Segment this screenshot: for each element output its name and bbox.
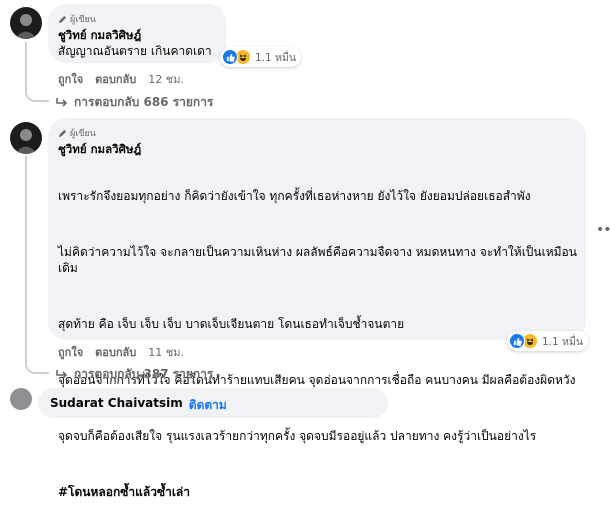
like-reaction-icon <box>509 333 525 349</box>
comment-2-reply-button[interactable]: ตอบกลับ <box>95 343 136 361</box>
comment-2-actions: ถูกใจ ตอบกลับ 11 ชม. <box>58 343 184 361</box>
comment-1-text: สัญญาณอันตราย เกินคาดเดา <box>58 44 212 58</box>
comment-1-actions: ถูกใจ ตอบกลับ 12 ชม. <box>58 70 184 88</box>
comment-1-author-badge: ผู้เขียน <box>58 12 96 26</box>
comment-2-avatar[interactable] <box>10 122 42 154</box>
reply-arrow-icon <box>56 97 68 107</box>
more-options-icon[interactable]: ••• <box>596 222 610 238</box>
comment-2-hashtag[interactable]: #โดนหลอกซ้ำแล้วซ้ำเล่า <box>58 484 578 500</box>
comment-3-header: Sudarat Chaivatsim ติดตาม <box>50 396 227 415</box>
comment-2-text: เพราะรักจึงยอมทุกอย่าง ก็คิดว่ายังเข้าใจ… <box>58 156 578 524</box>
comment-1-view-replies[interactable]: การตอบกลับ 686 รายการ <box>56 93 213 112</box>
comment-2-author-badge: ผู้เขียน <box>58 126 96 140</box>
pen-icon <box>58 129 67 137</box>
thread-connector <box>25 156 49 374</box>
comment-2-paragraph: เพราะรักจึงยอมทุกอย่าง ก็คิดว่ายังเข้าใจ… <box>58 189 531 203</box>
comment-1-avatar[interactable] <box>10 7 42 39</box>
comment-1-reactions[interactable]: 1.1 หมื่น <box>220 47 302 67</box>
author-badge-label: ผู้เขียน <box>70 129 96 139</box>
comment-3-author-name[interactable]: Sudarat Chaivatsim <box>50 396 183 415</box>
comment-2-view-replies[interactable]: การตอบกลับ 387 รายการ <box>56 365 213 384</box>
comment-2-like-button[interactable]: ถูกใจ <box>58 343 83 361</box>
comment-2-reaction-count: 1.1 หมื่น <box>542 335 584 348</box>
comment-1-timestamp[interactable]: 12 ชม. <box>148 70 184 88</box>
like-reaction-icon <box>222 49 238 65</box>
comment-2-reactions[interactable]: 1.1 หมื่น <box>507 331 589 351</box>
comment-1-reaction-count: 1.1 หมื่น <box>255 51 297 64</box>
comment-1-like-button[interactable]: ถูกใจ <box>58 70 83 88</box>
author-badge-label: ผู้เขียน <box>70 15 96 25</box>
comment-1-reply-button[interactable]: ตอบกลับ <box>95 70 136 88</box>
comment-2-replies-label: การตอบกลับ 387 รายการ <box>74 367 214 381</box>
comment-2-paragraph: สุดท้าย คือ เจ็บ เจ็บ เจ็บ บาดเจ็บเจียนต… <box>58 317 405 331</box>
comment-2-paragraph: ไม่คิดว่าความไว้ใจ จะกลายเป็นความเหินห่า… <box>58 245 577 275</box>
thread-connector <box>25 42 49 102</box>
comment-2-paragraph: จุดจบก็คือต้องเสียใจ รุนแรงเลวร้ายกว่าทุ… <box>58 429 537 443</box>
comment-3-follow-button[interactable]: ติดตาม <box>189 396 227 415</box>
comment-2-timestamp[interactable]: 11 ชม. <box>148 343 184 361</box>
pen-icon <box>58 15 67 23</box>
reply-arrow-icon <box>56 369 68 379</box>
comment-3-avatar[interactable] <box>10 388 32 410</box>
comment-1-replies-label: การตอบกลับ 686 รายการ <box>74 95 214 109</box>
